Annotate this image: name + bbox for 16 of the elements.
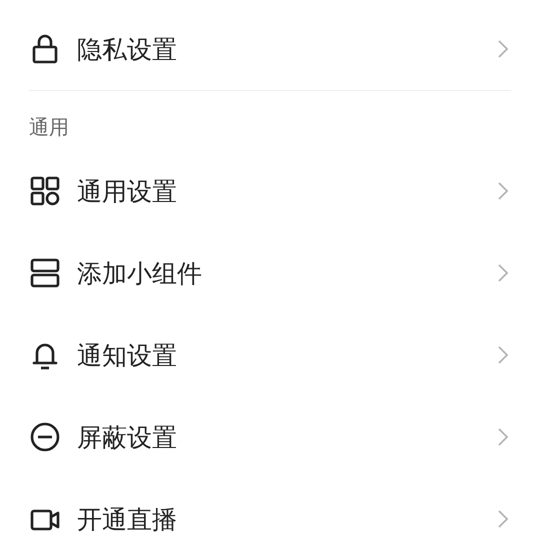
chevron-icon xyxy=(497,181,509,201)
section-header: 通用 xyxy=(29,114,70,141)
settings-item[interactable]: 通用设置 xyxy=(29,150,511,232)
chevron-icon xyxy=(497,345,509,365)
chevron-icon xyxy=(497,263,509,283)
minus-circle-icon xyxy=(29,421,61,453)
chevron-icon xyxy=(497,509,509,529)
settings-item[interactable]: 隐私设置 xyxy=(29,8,511,90)
settings-item[interactable]: 添加小组件 xyxy=(29,232,511,314)
widget-icon xyxy=(29,257,61,289)
settings-item[interactable]: 通知设置 xyxy=(29,314,511,396)
chevron-icon xyxy=(497,39,509,59)
settings-item[interactable]: 屏蔽设置 xyxy=(29,396,511,478)
settings-item[interactable]: 开通直播 xyxy=(29,478,511,540)
chevron-icon xyxy=(497,427,509,447)
grid-icon xyxy=(29,175,61,207)
